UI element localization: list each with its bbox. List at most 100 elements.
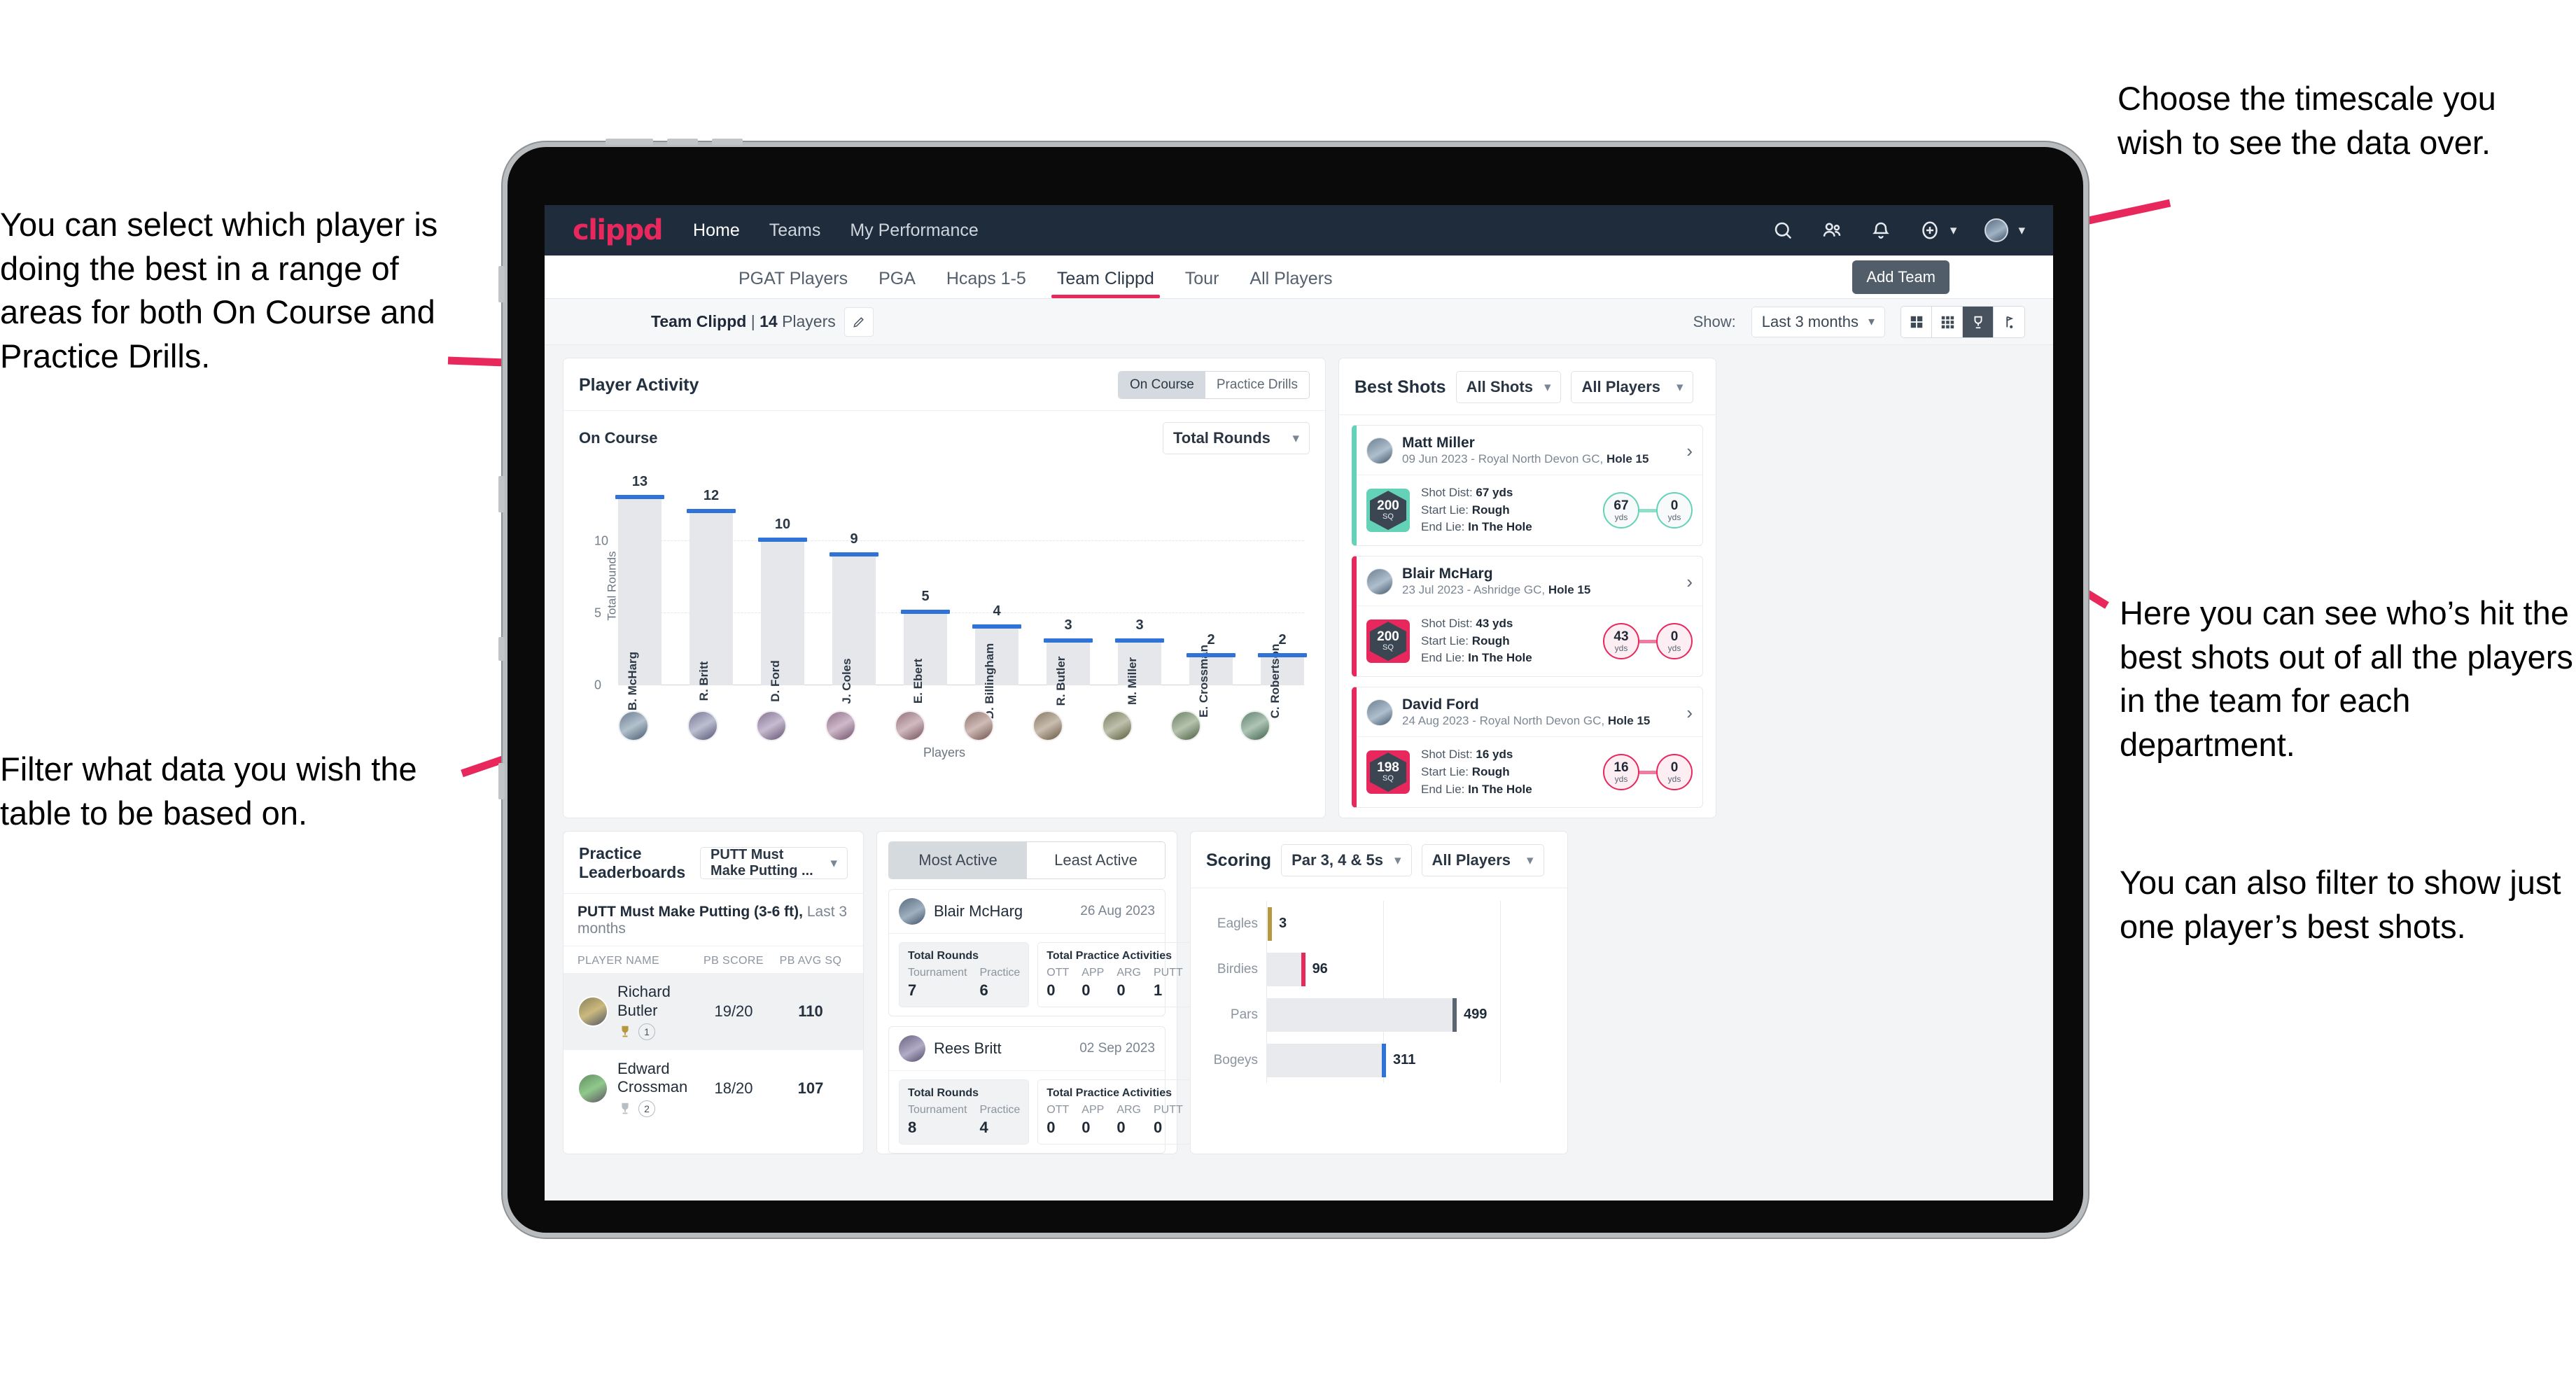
chart-bar-column[interactable]: 9 J. Coles xyxy=(830,484,878,704)
plus-menu-caret-icon[interactable]: ▾ xyxy=(1950,223,1957,239)
scoring-bar xyxy=(1266,952,1306,986)
chart-bar-column[interactable]: 2 C. Robertson xyxy=(1258,484,1307,718)
player-avatar[interactable] xyxy=(618,710,649,741)
chart-bar-column[interactable]: 13 B. McHarg xyxy=(615,474,664,710)
tab-all-players[interactable]: All Players xyxy=(1234,269,1348,298)
player-avatar[interactable] xyxy=(963,710,995,741)
scoring-bar xyxy=(1266,997,1457,1032)
column-pb-score: PB SCORE xyxy=(704,955,764,967)
best-shot-card[interactable]: David Ford 24 Aug 2023 - Royal North Devo… xyxy=(1352,687,1703,808)
chevron-right-icon[interactable]: › xyxy=(1686,571,1693,593)
shot-quality-unit: SQ xyxy=(1382,643,1394,652)
bell-icon[interactable] xyxy=(1870,220,1891,241)
leaderboard-pb-avg-sq: 110 xyxy=(798,1002,823,1021)
hexagon-icon: 200 SQ xyxy=(1370,622,1406,662)
timescale-select[interactable]: Last 3 months ▾ xyxy=(1751,306,1885,337)
player-avatar[interactable] xyxy=(1032,710,1063,741)
chevron-right-icon[interactable]: › xyxy=(1686,440,1693,462)
chart-bar-column[interactable]: 3 R. Butler xyxy=(1044,484,1093,706)
drill-select[interactable]: PUTT Must Make Putting ... ▾ xyxy=(700,847,848,880)
chart-bar-column[interactable]: 4 D. Billingham xyxy=(972,484,1021,719)
tab-team-clippd[interactable]: Team Clippd xyxy=(1042,269,1170,298)
best-shot-card[interactable]: Blair McHarg 23 Jul 2023 - Ashridge GC, H… xyxy=(1352,556,1703,678)
leaderboard-pb-score: 18/20 xyxy=(714,1079,753,1097)
best-shot-meta: 09 Jun 2023 - Royal North Devon GC, Hole… xyxy=(1402,452,1649,466)
chart-bar-column[interactable]: 10 D. Ford xyxy=(758,484,807,702)
tab-hcaps-1-5[interactable]: Hcaps 1-5 xyxy=(931,269,1042,298)
total-rounds-stats: Tournament 8 Practice 4 xyxy=(908,1104,1020,1137)
shot-dist-row: Shot Dist: 43 yds xyxy=(1421,617,1513,631)
view-golf-flag-button[interactable] xyxy=(1994,306,2024,337)
player-avatar[interactable] xyxy=(825,710,856,741)
view-grid-small-button[interactable] xyxy=(1932,306,1963,337)
practice-activities-stats: OTT 0 APP 0 ARG 0 PUTT 1 xyxy=(1046,967,1182,1000)
tab-pga[interactable]: PGA xyxy=(863,269,931,298)
annotation-right-top: Choose the timescale you wish to see the… xyxy=(2118,80,2496,161)
edit-team-button[interactable] xyxy=(844,307,874,337)
people-icon[interactable] xyxy=(1821,220,1842,241)
nav-link-teams[interactable]: Teams xyxy=(769,220,821,241)
player-avatar[interactable] xyxy=(894,710,925,741)
profile-menu-caret-icon[interactable]: ▾ xyxy=(2018,223,2025,239)
tab-least-active[interactable]: Least Active xyxy=(1027,842,1165,879)
activity-item[interactable]: Blair McHarg 26 Aug 2023 Total Rounds Tourn… xyxy=(888,889,1192,1017)
player-avatar[interactable] xyxy=(687,710,718,741)
player-activity-header: Player Activity On Course Practice Drill… xyxy=(564,358,1325,411)
leaderboard-badges: 1 xyxy=(617,1023,695,1040)
practice-stat: PUTT 1 xyxy=(1154,967,1183,1000)
practice-leaderboards-card: Practice Leaderboards PUTT Must Make Put… xyxy=(563,831,864,1155)
chart-bar-column[interactable]: 5 E. Ebert xyxy=(901,484,950,704)
chart-bar-column[interactable]: 3 M. Miller xyxy=(1115,484,1164,705)
chevron-right-icon[interactable]: › xyxy=(1686,702,1693,724)
app-navbar: clippd Home Teams My Performance ▾ ▾ xyxy=(545,205,2053,255)
metric-select[interactable]: Total Rounds ▾ xyxy=(1163,422,1310,454)
scoring-bar-value: 3 xyxy=(1279,916,1287,932)
player-avatar[interactable] xyxy=(756,710,788,741)
trophy-icon xyxy=(622,1102,629,1114)
column-pb-avg-sq: PB AVG SQ xyxy=(779,955,842,967)
segment-on-course[interactable]: On Course xyxy=(1119,372,1205,398)
best-shots-shot-filter[interactable]: All Shots ▾ xyxy=(1455,371,1562,403)
leaderboard-row[interactable]: Richard Butler 1 19/20 110 xyxy=(564,973,863,1050)
search-icon[interactable] xyxy=(1772,220,1793,241)
clippd-logo[interactable]: clippd xyxy=(573,214,664,246)
chart-bar: D. Billingham xyxy=(972,624,1021,719)
player-avatar[interactable] xyxy=(1101,710,1133,741)
tab-most-active[interactable]: Most Active xyxy=(889,842,1027,879)
chart-bar-column[interactable]: 2 E. Crossman xyxy=(1186,484,1236,718)
chart-bar: E. Crossman xyxy=(1186,645,1236,718)
plus-circle-icon[interactable] xyxy=(1919,220,1940,241)
activity-date: 02 Sep 2023 xyxy=(1079,1041,1155,1056)
chart-y-tick: 10 xyxy=(594,533,609,548)
grid-large-icon xyxy=(1910,316,1922,328)
navbar-actions: ▾ ▾ xyxy=(1772,218,2025,242)
scoring-row: Eagles 3 xyxy=(1205,906,1553,941)
segment-practice-drills[interactable]: Practice Drills xyxy=(1205,372,1309,398)
scoring-bar xyxy=(1266,906,1272,941)
practice-activities-title: Total Practice Activities xyxy=(1046,950,1172,962)
profile-avatar[interactable] xyxy=(1984,218,2009,242)
best-shot-identity: Blair McHarg 23 Jul 2023 - Ashridge GC, H… xyxy=(1402,565,1590,598)
activity-item-header: Blair McHarg 26 Aug 2023 xyxy=(889,890,1165,934)
leaderboard-row[interactable]: Edward Crossman 2 18/20 107 xyxy=(564,1050,863,1127)
best-shot-card[interactable]: Matt Miller 09 Jun 2023 - Royal North Dev… xyxy=(1352,425,1703,547)
shot-quality-unit: SQ xyxy=(1382,512,1394,521)
chart-bar-column[interactable]: 12 R. Britt xyxy=(687,484,736,701)
activity-item[interactable]: Rees Britt 02 Sep 2023 Total Rounds Tournam… xyxy=(888,1026,1192,1154)
scoring-player-filter[interactable]: All Players ▾ xyxy=(1421,844,1544,877)
player-avatar[interactable] xyxy=(1170,710,1202,741)
practice-stat-value: 0 xyxy=(1082,1119,1091,1137)
dashboard-content: Player Activity On Course Practice Drill… xyxy=(545,345,2053,1167)
nav-link-home[interactable]: Home xyxy=(693,220,740,241)
view-trophy-button[interactable] xyxy=(1963,306,1994,337)
view-grid-large-button[interactable] xyxy=(1901,306,1932,337)
tab-tour[interactable]: Tour xyxy=(1170,269,1235,298)
tab-pgat-players[interactable]: PGAT Players xyxy=(723,269,863,298)
drill-select-value: PUTT Must Make Putting ... xyxy=(710,847,813,879)
scoring-par-filter[interactable]: Par 3, 4 & 5s ▾ xyxy=(1281,844,1412,877)
player-avatar[interactable] xyxy=(1239,710,1270,741)
nav-link-my-performance[interactable]: My Performance xyxy=(850,220,978,241)
best-shots-player-filter[interactable]: All Players ▾ xyxy=(1571,371,1694,403)
best-shot-body: 200 SQ Shot Dist: 43 yds Start Lie: Rough En… xyxy=(1357,606,1702,676)
hexagon-icon: 198 SQ xyxy=(1370,752,1406,792)
